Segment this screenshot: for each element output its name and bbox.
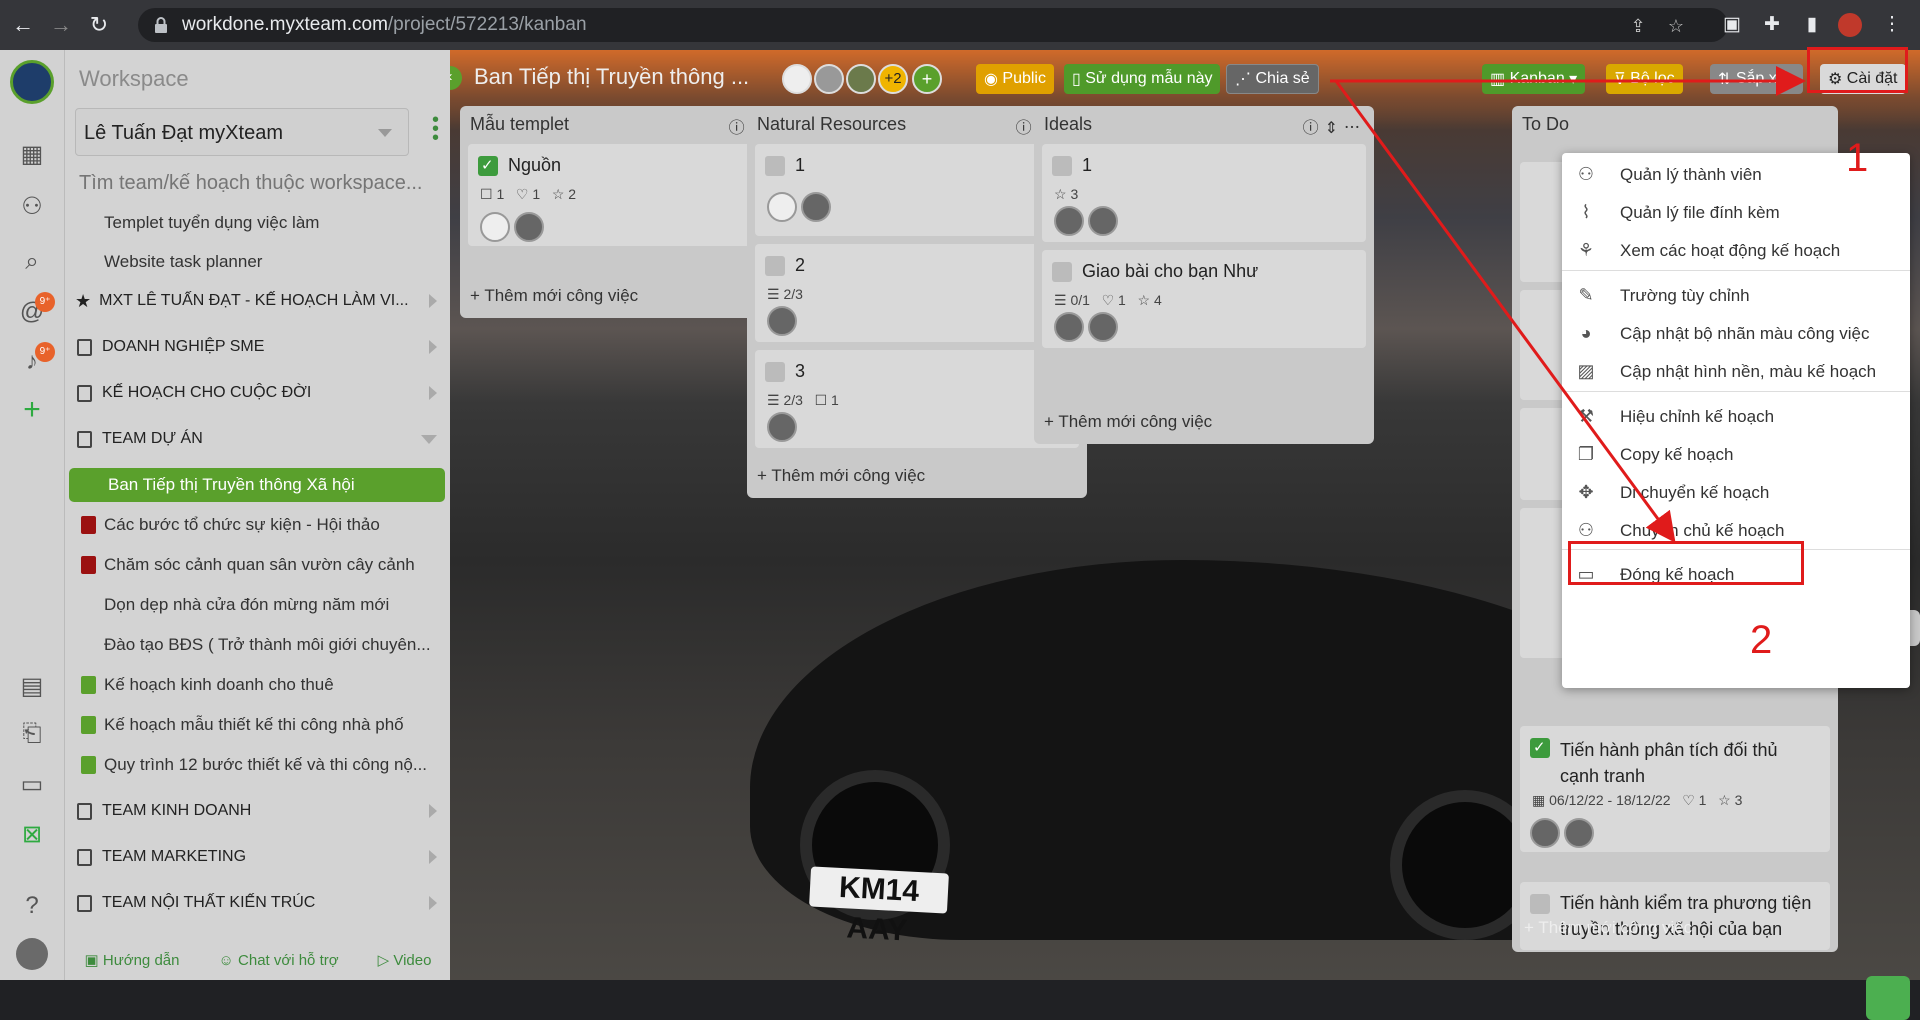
share-page-icon[interactable]: ⇪ (1628, 16, 1648, 36)
back-arrow-icon[interactable]: ← (8, 10, 38, 40)
profile-avatar[interactable] (1838, 13, 1862, 37)
apps-grid-button[interactable] (1866, 976, 1910, 1020)
lock-icon (155, 17, 167, 33)
extension-icon[interactable]: ▣ (1720, 13, 1744, 37)
url-path: /project/572213/kanban (387, 14, 587, 35)
forward-arrow-icon[interactable]: → (46, 10, 76, 40)
annotation-arrows (1330, 66, 1806, 543)
sidepanel-icon[interactable]: ▮ (1800, 13, 1824, 37)
url-host: workdone.myxteam.com (182, 14, 388, 35)
browser-toolbar: ← → ↻ workdone.myxteam.com/project/57221… (0, 0, 1920, 50)
reload-icon[interactable]: ↻ (84, 10, 114, 40)
app: ▦ ⚇ ⌕ @ 9⁺ ♪ 9⁺ + ▤ ⎗ ▭ ⊠ ? Workspace Lê… (0, 47, 1920, 1020)
puzzle-icon[interactable]: ✚ (1760, 13, 1784, 37)
bookmark-star-icon[interactable]: ☆ (1666, 16, 1686, 36)
address-bar[interactable]: workdone.myxteam.com/project/572213/kanb… (138, 8, 1728, 42)
browser-menu-icon[interactable]: ⋮ (1880, 13, 1904, 37)
